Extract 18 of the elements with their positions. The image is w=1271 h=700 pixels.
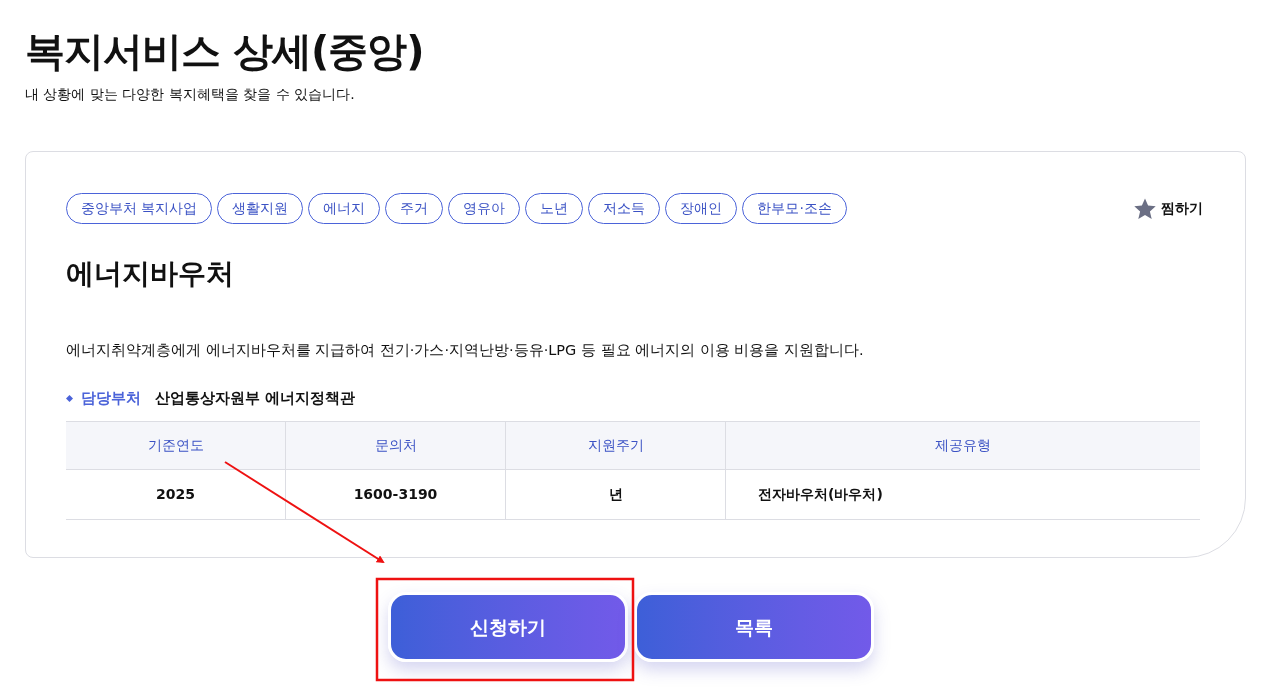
table-cell-text: 년 (608, 484, 623, 504)
table-cell-text: 1600-3190 (353, 484, 438, 504)
service-name: 에너지바우처 (66, 256, 234, 292)
table-cell-text: 전자바우처(바우처) (758, 484, 883, 504)
page-subtitle: 내 상황에 맞는 다양한 복지혜택을 찾을 수 있습니다. (25, 85, 355, 104)
department-value: 산업통상자원부 에너지정책관 (155, 388, 356, 408)
column-header: 제공유형 (935, 435, 991, 455)
column-header: 기준연도 (147, 435, 204, 455)
page-title: 복지서비스 상세(중앙) (25, 27, 424, 76)
service-description: 에너지취약계층에게 에너지바우처를 지급하여 전기·가스·지역난방·등유·LPG 등 필요 에너지의 이용 비용을 지원합니다. (66, 341, 864, 360)
column-header: 문의처 (374, 435, 417, 455)
diamond-bullet-icon (66, 395, 73, 403)
apply-button[interactable]: 신청하기 (388, 592, 628, 662)
column-header: 지원주기 (587, 435, 644, 455)
table-cell-text: 2025 (156, 484, 195, 504)
list-button[interactable]: 목록 (634, 592, 874, 662)
favorite-button[interactable]: 찜하기 (1133, 196, 1203, 221)
department-label: 담당부처 (81, 388, 141, 408)
